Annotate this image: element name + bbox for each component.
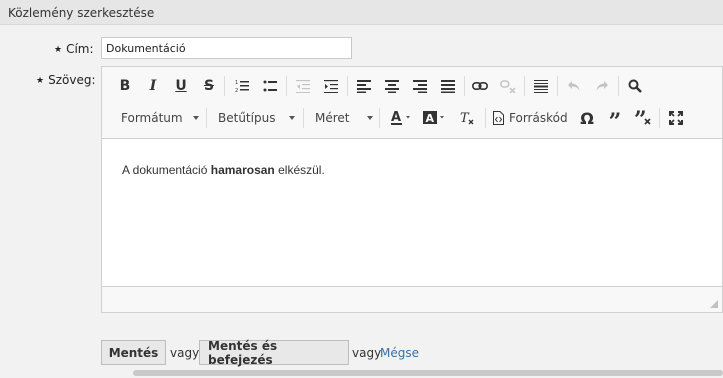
remove-format-icon[interactable]: T: [456, 107, 478, 129]
toolbar-separator: [286, 76, 287, 96]
toolbar-separator: [618, 76, 619, 96]
maximize-icon[interactable]: [665, 107, 687, 129]
size-combo-label: Méret: [315, 111, 350, 125]
editor-statusbar: [102, 286, 722, 312]
toolbar-separator: [347, 76, 348, 96]
toolbar-separator: [485, 108, 486, 128]
remove-blockquote-icon[interactable]: ”: [632, 107, 654, 129]
toolbar-separator: [524, 76, 525, 96]
text-color-icon[interactable]: A: [389, 107, 415, 129]
background-color-icon[interactable]: A: [422, 107, 448, 129]
italic-icon[interactable]: I: [142, 75, 164, 97]
title-label-row: ★ Cím:: [54, 42, 94, 56]
size-combo[interactable]: Méret: [315, 107, 373, 129]
justify-icon[interactable]: [437, 75, 459, 97]
save-button[interactable]: Mentés: [101, 340, 166, 365]
or-text: vagy: [352, 346, 382, 360]
chevron-down-icon: [193, 116, 199, 120]
chevron-down-icon: [367, 116, 373, 120]
rich-text-editor: B I U S 12 Formátum Betűtípus Méret A A …: [101, 66, 723, 313]
page-header: Közlemény szerkesztése: [0, 0, 723, 25]
toolbar-separator: [557, 76, 558, 96]
body-label-row: ★ Szöveg:: [36, 73, 95, 87]
source-button-label: Forráskód: [509, 111, 568, 125]
source-icon: [493, 111, 504, 125]
horizontal-scrollbar[interactable]: [133, 370, 723, 376]
title-input[interactable]: [101, 37, 352, 59]
save-and-finish-button[interactable]: Mentés és befejezés: [199, 339, 349, 367]
strikethrough-icon[interactable]: S: [198, 75, 220, 97]
content-bold-text: hamarosan: [210, 163, 275, 177]
blockquote-icon[interactable]: ”: [604, 107, 626, 133]
body-label: Szöveg:: [48, 73, 96, 87]
bold-icon[interactable]: B: [114, 75, 136, 97]
align-center-icon[interactable]: [381, 75, 403, 97]
font-combo-label: Betűtípus: [218, 111, 276, 125]
link-icon[interactable]: [469, 75, 491, 97]
required-icon: ★: [36, 76, 45, 86]
page-title: Közlemény szerkesztése: [8, 6, 155, 20]
chevron-down-icon: [289, 116, 295, 120]
source-button[interactable]: Forráskód: [493, 107, 568, 129]
format-combo-label: Formátum: [121, 111, 183, 125]
cancel-link[interactable]: Mégse: [380, 346, 419, 360]
or-text: vagy: [170, 346, 200, 360]
toolbar-separator: [379, 108, 380, 128]
align-left-icon[interactable]: [353, 75, 375, 97]
svg-text:T: T: [460, 111, 470, 126]
underline-icon[interactable]: U: [170, 75, 192, 97]
content-text: A dokumentáció: [122, 163, 211, 177]
toolbar-separator: [206, 108, 207, 128]
toolbar-separator: [659, 108, 660, 128]
unlink-icon[interactable]: [497, 75, 519, 97]
svg-text:A: A: [391, 110, 401, 125]
bulleted-list-icon[interactable]: [259, 75, 281, 97]
horizontal-rule-icon[interactable]: [530, 75, 552, 97]
align-right-icon[interactable]: [409, 75, 431, 97]
resize-grip-icon[interactable]: [710, 300, 718, 308]
editor-toolbar: B I U S 12 Formátum Betűtípus Méret A A …: [102, 67, 722, 139]
indent-icon[interactable]: [320, 75, 342, 97]
svg-text:A: A: [426, 112, 435, 125]
outdent-icon[interactable]: [292, 75, 314, 97]
special-char-icon[interactable]: Ω: [576, 107, 598, 129]
find-icon[interactable]: [624, 75, 646, 97]
content-text-end: elkészül.: [274, 163, 325, 177]
required-icon: ★: [54, 45, 63, 55]
toolbar-separator: [224, 76, 225, 96]
undo-icon[interactable]: [563, 75, 585, 97]
font-combo[interactable]: Betűtípus: [218, 107, 295, 129]
format-combo[interactable]: Formátum: [121, 107, 199, 129]
editor-content[interactable]: A dokumentáció hamarosan elkészül.: [102, 139, 722, 286]
toolbar-separator: [464, 76, 465, 96]
title-label: Cím:: [66, 42, 94, 56]
redo-icon[interactable]: [591, 75, 613, 97]
svg-text:1: 1: [235, 80, 238, 86]
svg-text:2: 2: [235, 88, 238, 93]
toolbar-separator: [303, 108, 304, 128]
numbered-list-icon[interactable]: 12: [231, 75, 253, 97]
